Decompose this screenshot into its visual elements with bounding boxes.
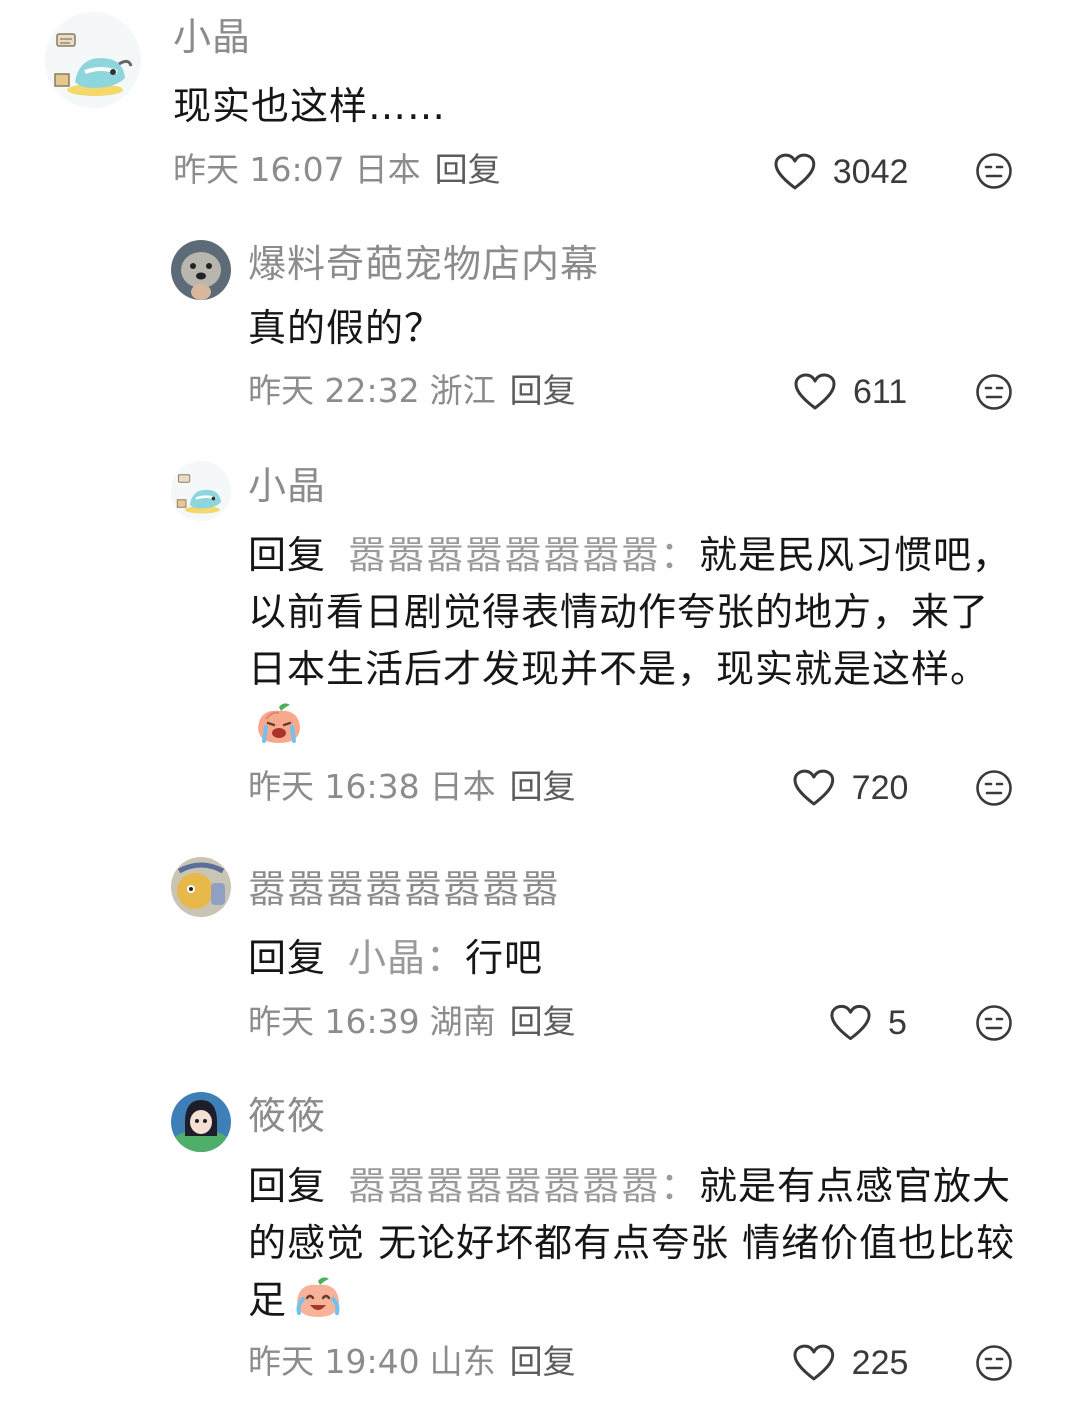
crying-peach-sticker-icon (258, 703, 300, 743)
reply-button[interactable]: 回复 (510, 767, 576, 806)
comment-username[interactable]: 小晶 (248, 467, 326, 505)
comment-text: 行吧 (465, 936, 544, 980)
comment-meta: 昨天 16:38 日本 回复 (248, 770, 576, 803)
comment-text: 真的假的？ (248, 306, 444, 350)
user-avatar[interactable] (45, 12, 141, 108)
user-avatar[interactable] (171, 1092, 231, 1152)
anime-girl-avatar-icon (171, 1092, 231, 1152)
reply-prefix: 回复 (248, 533, 327, 577)
reply-button[interactable]: 回复 (510, 371, 576, 410)
reply-target-username[interactable]: 嚣嚣嚣嚣嚣嚣嚣嚣： (348, 1164, 699, 1208)
like-button[interactable]: 611 (793, 372, 908, 412)
comment-text-block: 回复 小晶：行吧 (248, 930, 1018, 987)
like-count: 225 (851, 1344, 909, 1382)
heart-icon (830, 1004, 871, 1041)
heart-icon (774, 153, 816, 190)
neutral-face-icon (976, 1005, 1012, 1041)
user-avatar[interactable] (171, 240, 231, 300)
neutral-face-icon (976, 374, 1012, 410)
whale-avatar-icon (171, 461, 231, 521)
user-avatar[interactable] (171, 461, 231, 521)
comment-region: 日本 (429, 767, 496, 806)
like-count: 720 (851, 769, 909, 807)
comment-meta: 昨天 16:39 湖南 回复 (248, 1005, 576, 1038)
dog-avatar-icon (171, 240, 231, 300)
dislike-button[interactable] (975, 373, 1013, 411)
heart-icon (793, 769, 835, 806)
comment-username[interactable]: 筱筱 (248, 1097, 326, 1135)
comment-meta: 昨天 19:40 山东 回复 (248, 1345, 576, 1378)
comment-region: 日本 (354, 150, 421, 189)
reply-prefix: 回复 (248, 1164, 327, 1208)
reply-button[interactable]: 回复 (510, 1342, 576, 1381)
reply-prefix: 回复 (248, 936, 327, 980)
like-button[interactable]: 225 (792, 1343, 908, 1383)
comment-username[interactable]: 嚣嚣嚣嚣嚣嚣嚣嚣 (248, 870, 560, 908)
neutral-face-icon (976, 770, 1012, 806)
dislike-button[interactable] (975, 1004, 1013, 1042)
comment-meta: 昨天 22:32 浙江 回复 (248, 374, 576, 407)
user-avatar[interactable] (171, 857, 231, 917)
comment-text-block: 回复 嚣嚣嚣嚣嚣嚣嚣嚣：就是民风习惯吧，以前看日剧觉得表情动作夸张的地方，来了日本… (248, 527, 1018, 755)
dislike-button[interactable] (975, 1344, 1013, 1382)
like-button[interactable]: 3042 (773, 152, 908, 192)
cartoon-avatar-icon (171, 857, 231, 917)
neutral-face-icon (976, 1345, 1012, 1381)
laughing-crying-peach-sticker-icon (296, 1277, 340, 1317)
heart-icon (794, 373, 836, 410)
comment-time: 昨天 16:38 (248, 767, 420, 806)
reply-target-username[interactable]: 小晶： (348, 936, 465, 980)
comment-text-block: 回复 嚣嚣嚣嚣嚣嚣嚣嚣：就是有点感官放大的感觉 无论好坏都有点夸张 情绪价值也比较… (248, 1158, 1048, 1329)
dislike-button[interactable] (975, 152, 1013, 190)
comment-region: 浙江 (429, 371, 496, 410)
reply-button[interactable]: 回复 (435, 150, 501, 189)
comment-region: 湖南 (429, 1002, 496, 1041)
comment-meta: 昨天 16:07 日本 回复 (173, 153, 501, 186)
comment-time: 昨天 22:32 (248, 371, 420, 410)
comment-text: 现实也这样…… (173, 84, 447, 128)
comment-region: 山东 (429, 1342, 496, 1381)
comment-time: 昨天 16:07 (173, 150, 345, 189)
neutral-face-icon (976, 153, 1012, 189)
comment-username[interactable]: 小晶 (173, 18, 251, 56)
like-button[interactable]: 720 (792, 768, 908, 808)
whale-avatar-icon (45, 12, 141, 108)
like-count: 3042 (832, 153, 909, 191)
heart-icon (793, 1344, 835, 1381)
dislike-button[interactable] (975, 769, 1013, 807)
comment-username[interactable]: 爆料奇葩宠物店内幕 (248, 245, 599, 283)
like-count: 611 (853, 373, 908, 411)
like-button[interactable]: 5 (829, 1003, 908, 1043)
reply-target-username[interactable]: 嚣嚣嚣嚣嚣嚣嚣嚣： (348, 533, 699, 577)
comment-time: 昨天 16:39 (248, 1002, 420, 1041)
comment-time: 昨天 19:40 (248, 1342, 420, 1381)
like-count: 5 (888, 1004, 907, 1042)
reply-button[interactable]: 回复 (510, 1002, 576, 1041)
